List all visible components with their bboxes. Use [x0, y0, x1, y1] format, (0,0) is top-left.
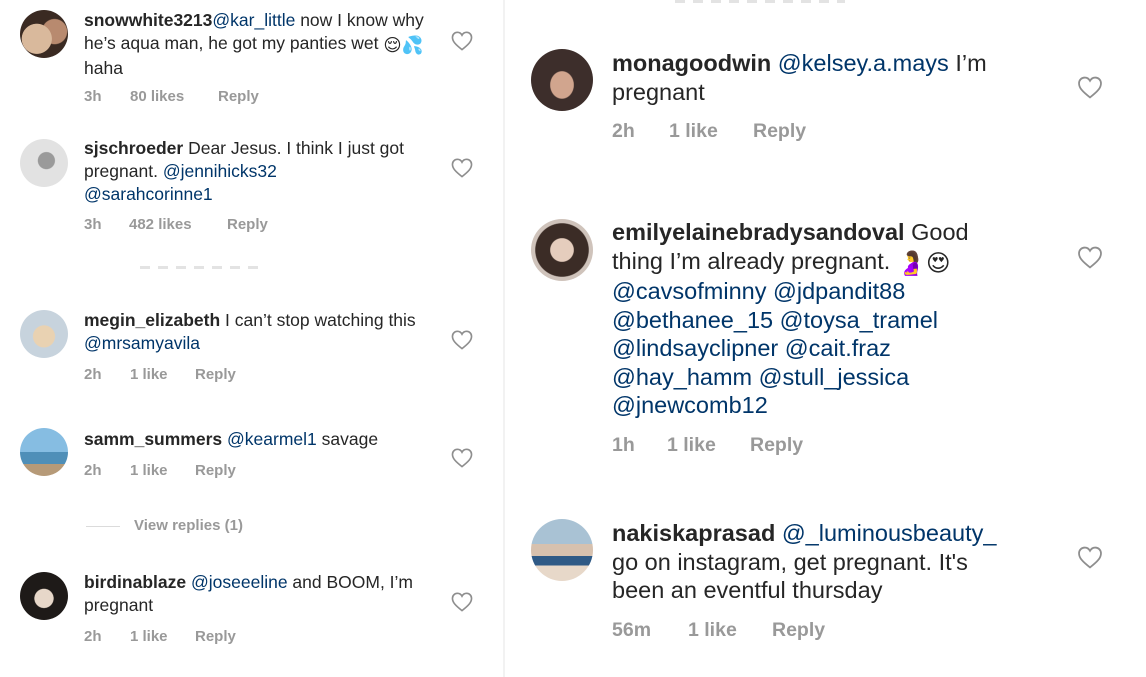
cropped-divider [675, 0, 845, 3]
comment-meta: 1h 1 like Reply [612, 434, 803, 457]
comment-mention[interactable]: @bethanee_15 [612, 307, 773, 333]
emoji: 😌💦 [383, 34, 424, 55]
comment-mention[interactable]: @kar_little [212, 10, 295, 30]
comment-text: nakiskaprasad @_luminousbeauty_ go on in… [612, 519, 1022, 605]
comment-mention[interactable]: @cait.fraz [785, 335, 891, 361]
avatar[interactable] [20, 139, 68, 187]
comment-username[interactable]: snowwhite3213 [84, 10, 212, 30]
comment-likes[interactable]: 1 like [130, 366, 195, 383]
comment-time: 1h [612, 434, 635, 456]
comment-time: 56m [612, 619, 652, 641]
comment-likes[interactable]: 1 like [669, 120, 753, 143]
comment-username[interactable]: monagoodwin [612, 50, 771, 76]
comment-username[interactable]: birdinablaze [84, 572, 186, 592]
comment-text: samm_summers @kearmel1 savage [84, 428, 429, 451]
comment-username[interactable]: megin_elizabeth [84, 310, 220, 330]
comment-mention[interactable]: @lindsayclipner [612, 335, 778, 361]
comment-mention[interactable]: @jdpandit88 [773, 278, 905, 304]
comment-meta: 2h 1 like Reply [84, 628, 236, 645]
comment-likes[interactable]: 1 like [130, 628, 195, 645]
avatar[interactable] [531, 49, 593, 111]
view-replies-button[interactable]: View replies (1) [86, 517, 243, 534]
comment-meta: 2h 1 like Reply [84, 366, 236, 383]
reply-button[interactable]: Reply [218, 88, 259, 105]
comment-mention[interactable]: @toysa_tramel [780, 307, 938, 333]
comment-mention[interactable]: @jennihicks32 [163, 161, 277, 181]
avatar[interactable] [20, 310, 68, 358]
reply-button[interactable]: Reply [753, 120, 806, 143]
view-replies-label[interactable]: View replies (1) [134, 517, 243, 534]
comment-time: 3h [84, 88, 102, 105]
comment-likes[interactable]: 1 like [688, 619, 772, 642]
avatar[interactable] [531, 219, 593, 281]
comment-body: go on instagram, get pregnant. It's been… [612, 548, 968, 604]
reply-button[interactable]: Reply [195, 462, 236, 479]
comment-mention[interactable]: @kelsey.a.mays [778, 50, 949, 76]
cropped-divider [140, 266, 260, 269]
comment-mention[interactable]: @hay_hamm [612, 364, 752, 390]
comment-time: 2h [84, 462, 102, 479]
comment-meta: 2h 1 like Reply [612, 120, 806, 143]
comment-text: monagoodwin @kelsey.a.mays I’m pregnant [612, 49, 1022, 106]
comment-time: 2h [612, 120, 635, 142]
comment-text: birdinablaze @joseeeline and BOOM, I’m p… [84, 571, 429, 617]
comment-body-end: haha [84, 57, 123, 78]
like-heart-icon[interactable] [451, 592, 473, 612]
comment-meta: 56m 1 like Reply [612, 619, 825, 642]
comment-text: emilyelainebradysandoval Good thing I’m … [612, 218, 1022, 420]
comment-likes[interactable]: 80 likes [130, 88, 218, 105]
right-comment-panel: monagoodwin @kelsey.a.mays I’m pregnant … [505, 0, 1146, 677]
avatar[interactable] [531, 519, 593, 581]
comment-mention[interactable]: @kearmel1 [227, 429, 317, 449]
view-replies-line [86, 525, 120, 527]
comment-likes[interactable]: 482 likes [129, 216, 227, 233]
like-heart-icon[interactable] [1077, 76, 1103, 99]
comment-username[interactable]: samm_summers [84, 429, 222, 449]
comment-mention[interactable]: @stull_jessica [759, 364, 910, 390]
comment-mention[interactable]: @mrsamyavila [84, 333, 200, 353]
comment-text: sjschroeder Dear Jesus. I think I just g… [84, 137, 429, 205]
left-comment-panel: snowwhite3213@kar_little now I know why … [0, 0, 505, 677]
like-heart-icon[interactable] [451, 158, 473, 178]
comment-body: I can’t stop watching this [220, 310, 416, 330]
reply-button[interactable]: Reply [750, 434, 803, 457]
comment-likes[interactable]: 1 like [130, 462, 195, 479]
reply-button[interactable]: Reply [772, 619, 825, 642]
comment-username[interactable]: emilyelainebradysandoval [612, 219, 905, 245]
comment-meta: 3h 482 likes Reply [84, 216, 268, 233]
comment-username[interactable]: nakiskaprasad [612, 520, 775, 546]
comment-meta: 2h 1 like Reply [84, 462, 236, 479]
like-heart-icon[interactable] [451, 330, 473, 350]
reply-button[interactable]: Reply [195, 628, 236, 645]
emoji: 🤰😍 [896, 249, 951, 276]
comment-likes[interactable]: 1 like [667, 434, 750, 457]
like-heart-icon[interactable] [1077, 546, 1103, 569]
comment-text: snowwhite3213@kar_little now I know why … [84, 9, 429, 79]
like-heart-icon[interactable] [451, 31, 473, 51]
comment-mention[interactable]: @cavsofminny [612, 278, 766, 304]
comment-time: 2h [84, 366, 102, 383]
comment-username[interactable]: sjschroeder [84, 138, 183, 158]
comment-body: savage [316, 429, 379, 449]
comment-mention[interactable]: @jnewcomb12 [612, 392, 768, 418]
like-heart-icon[interactable] [1077, 246, 1103, 269]
comment-meta: 3h 80 likes Reply [84, 88, 259, 105]
reply-button[interactable]: Reply [195, 366, 236, 383]
comment-time: 3h [84, 216, 102, 233]
reply-button[interactable]: Reply [227, 216, 268, 233]
avatar[interactable] [20, 428, 68, 476]
avatar[interactable] [20, 10, 68, 58]
comment-time: 2h [84, 628, 102, 645]
avatar[interactable] [20, 572, 68, 620]
comment-mention[interactable]: @_luminousbeauty_ [782, 520, 997, 546]
like-heart-icon[interactable] [451, 448, 473, 468]
comment-mention[interactable]: @sarahcorinne1 [84, 184, 213, 204]
comment-mention[interactable]: @joseeeline [191, 572, 288, 592]
comment-text: megin_elizabeth I can’t stop watching th… [84, 309, 429, 355]
